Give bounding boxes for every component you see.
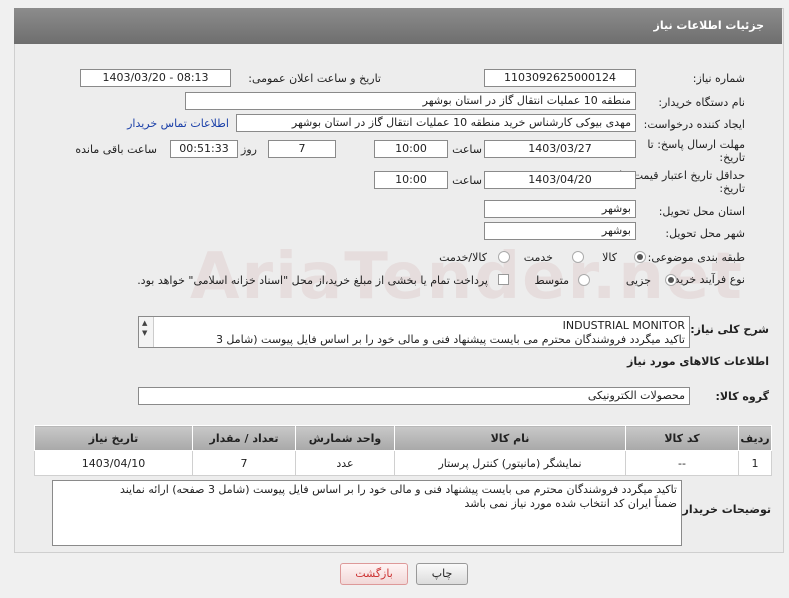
buyer-org-label: نام دستگاه خریدار: [658, 96, 745, 109]
print-button[interactable]: چاپ [416, 563, 468, 585]
buyer-notes-line-1: تاکید میگردد فروشندگان محترم می بایست پی… [119, 483, 677, 496]
process-label: نوع فرآیند خرید : [667, 273, 745, 286]
need-number-label: شماره نیاز: [692, 72, 745, 85]
description-label: شرح کلی نیاز: [690, 323, 769, 336]
category-radio-service[interactable] [572, 251, 584, 263]
remaining-time-field: 00:51:33 [170, 140, 238, 158]
validity-date-field: 1403/04/20 [484, 171, 636, 189]
payment-note: پرداخت تمام یا بخشی از مبلغ خرید،از محل … [137, 274, 488, 287]
validity-label-2: تاریخ: [719, 182, 745, 195]
announce-field: 1403/03/20 - 08:13 [80, 69, 231, 87]
table-row: 1 -- نمایشگر (مانیتور) کنترل پرستار عدد … [34, 450, 772, 476]
deadline-date-field: 1403/03/27 [484, 140, 636, 158]
days-field: 7 [268, 140, 336, 158]
buyer-notes-textarea[interactable]: تاکید میگردد فروشندگان محترم می بایست پی… [52, 480, 682, 546]
description-line-2: تاکید میگردد فروشندگان محترم می بایست پی… [215, 333, 685, 346]
description-line-1: INDUSTRIAL MONITOR [562, 319, 685, 332]
col-row: ردیف [738, 425, 772, 451]
category-option-service: خدمت [523, 251, 553, 264]
remaining-label: ساعت باقی مانده [75, 143, 157, 156]
buyer-notes-line-2: ضمناً ایران کد انتخاب شده مورد نیاز نمی … [464, 497, 678, 510]
category-radio-goods[interactable] [634, 251, 646, 263]
creator-field: مهدی بیوکی کارشناس خرید منطقه 10 عملیات … [236, 114, 636, 132]
category-option-both: کالا/خدمت [439, 251, 487, 264]
buyer-notes-label: توضیحات خریدار: [678, 503, 771, 516]
city-label: شهر محل تحویل: [665, 227, 745, 240]
col-quantity: تعداد / مقدار [192, 425, 296, 451]
buyer-org-field: منطقه 10 عملیات انتقال گاز در استان بوشه… [185, 92, 636, 110]
col-code: کد کالا [625, 425, 739, 451]
col-name: نام کالا [394, 425, 626, 451]
province-label: استان محل تحویل: [658, 205, 745, 218]
cell-unit: عدد [295, 450, 395, 476]
goods-table: ردیف کد کالا نام کالا واحد شمارش تعداد /… [34, 425, 772, 476]
deadline-label: مهلت ارسال پاسخ: تا [647, 138, 745, 151]
cell-code: -- [625, 450, 739, 476]
deadline-label-2: تاریخ: [719, 151, 745, 164]
process-option-minor: جزیی [625, 274, 651, 287]
scroll-up-icon[interactable]: ▲ [142, 319, 147, 327]
goods-section-title: اطلاعات کالاهای مورد نیاز [627, 355, 769, 368]
process-radio-minor[interactable] [665, 274, 677, 286]
cell-name: نمایشگر (مانیتور) کنترل پرستار [394, 450, 626, 476]
validity-time-label: ساعت [452, 174, 482, 187]
page-title: جزئیات اطلاعات نیاز [653, 19, 765, 32]
scroll-down-icon[interactable]: ▼ [142, 329, 147, 337]
process-option-medium: متوسط [534, 274, 569, 287]
cell-quantity: 7 [192, 450, 296, 476]
cell-row: 1 [738, 450, 772, 476]
city-field: بوشهر [484, 222, 636, 240]
goods-group-field: محصولات الکترونیکی [138, 387, 690, 405]
description-scrollbar[interactable]: ▲ ▼ [139, 317, 154, 347]
announce-label: تاریخ و ساعت اعلان عمومی: [248, 72, 381, 85]
deadline-time-field: 10:00 [374, 140, 448, 158]
col-date: تاریخ نیاز [34, 425, 193, 451]
category-label: طبقه بندی موضوعی: [647, 251, 745, 264]
cell-date: 1403/04/10 [34, 450, 193, 476]
col-unit: واحد شمارش [295, 425, 395, 451]
back-button[interactable]: بازگشت [340, 563, 408, 585]
category-option-goods: کالا [602, 251, 617, 264]
process-radio-medium[interactable] [578, 274, 590, 286]
treasury-checkbox[interactable] [498, 274, 509, 285]
validity-time-field: 10:00 [374, 171, 448, 189]
creator-label: ایجاد کننده درخواست: [643, 118, 745, 131]
category-radio-both[interactable] [498, 251, 510, 263]
need-number-field: 1103092625000124 [484, 69, 636, 87]
page-header: جزئیات اطلاعات نیاز [14, 8, 782, 44]
province-field: بوشهر [484, 200, 636, 218]
contact-info-link[interactable]: اطلاعات تماس خریدار [127, 117, 229, 130]
validity-label: حداقل تاریخ اعتبار قیمت: تا [619, 169, 745, 182]
goods-group-label: گروه کالا: [715, 390, 769, 403]
goods-table-header: ردیف کد کالا نام کالا واحد شمارش تعداد /… [34, 425, 772, 451]
deadline-time-label: ساعت [452, 143, 482, 156]
description-textarea[interactable]: ▲ ▼ INDUSTRIAL MONITOR تاکید میگردد فروش… [138, 316, 690, 348]
